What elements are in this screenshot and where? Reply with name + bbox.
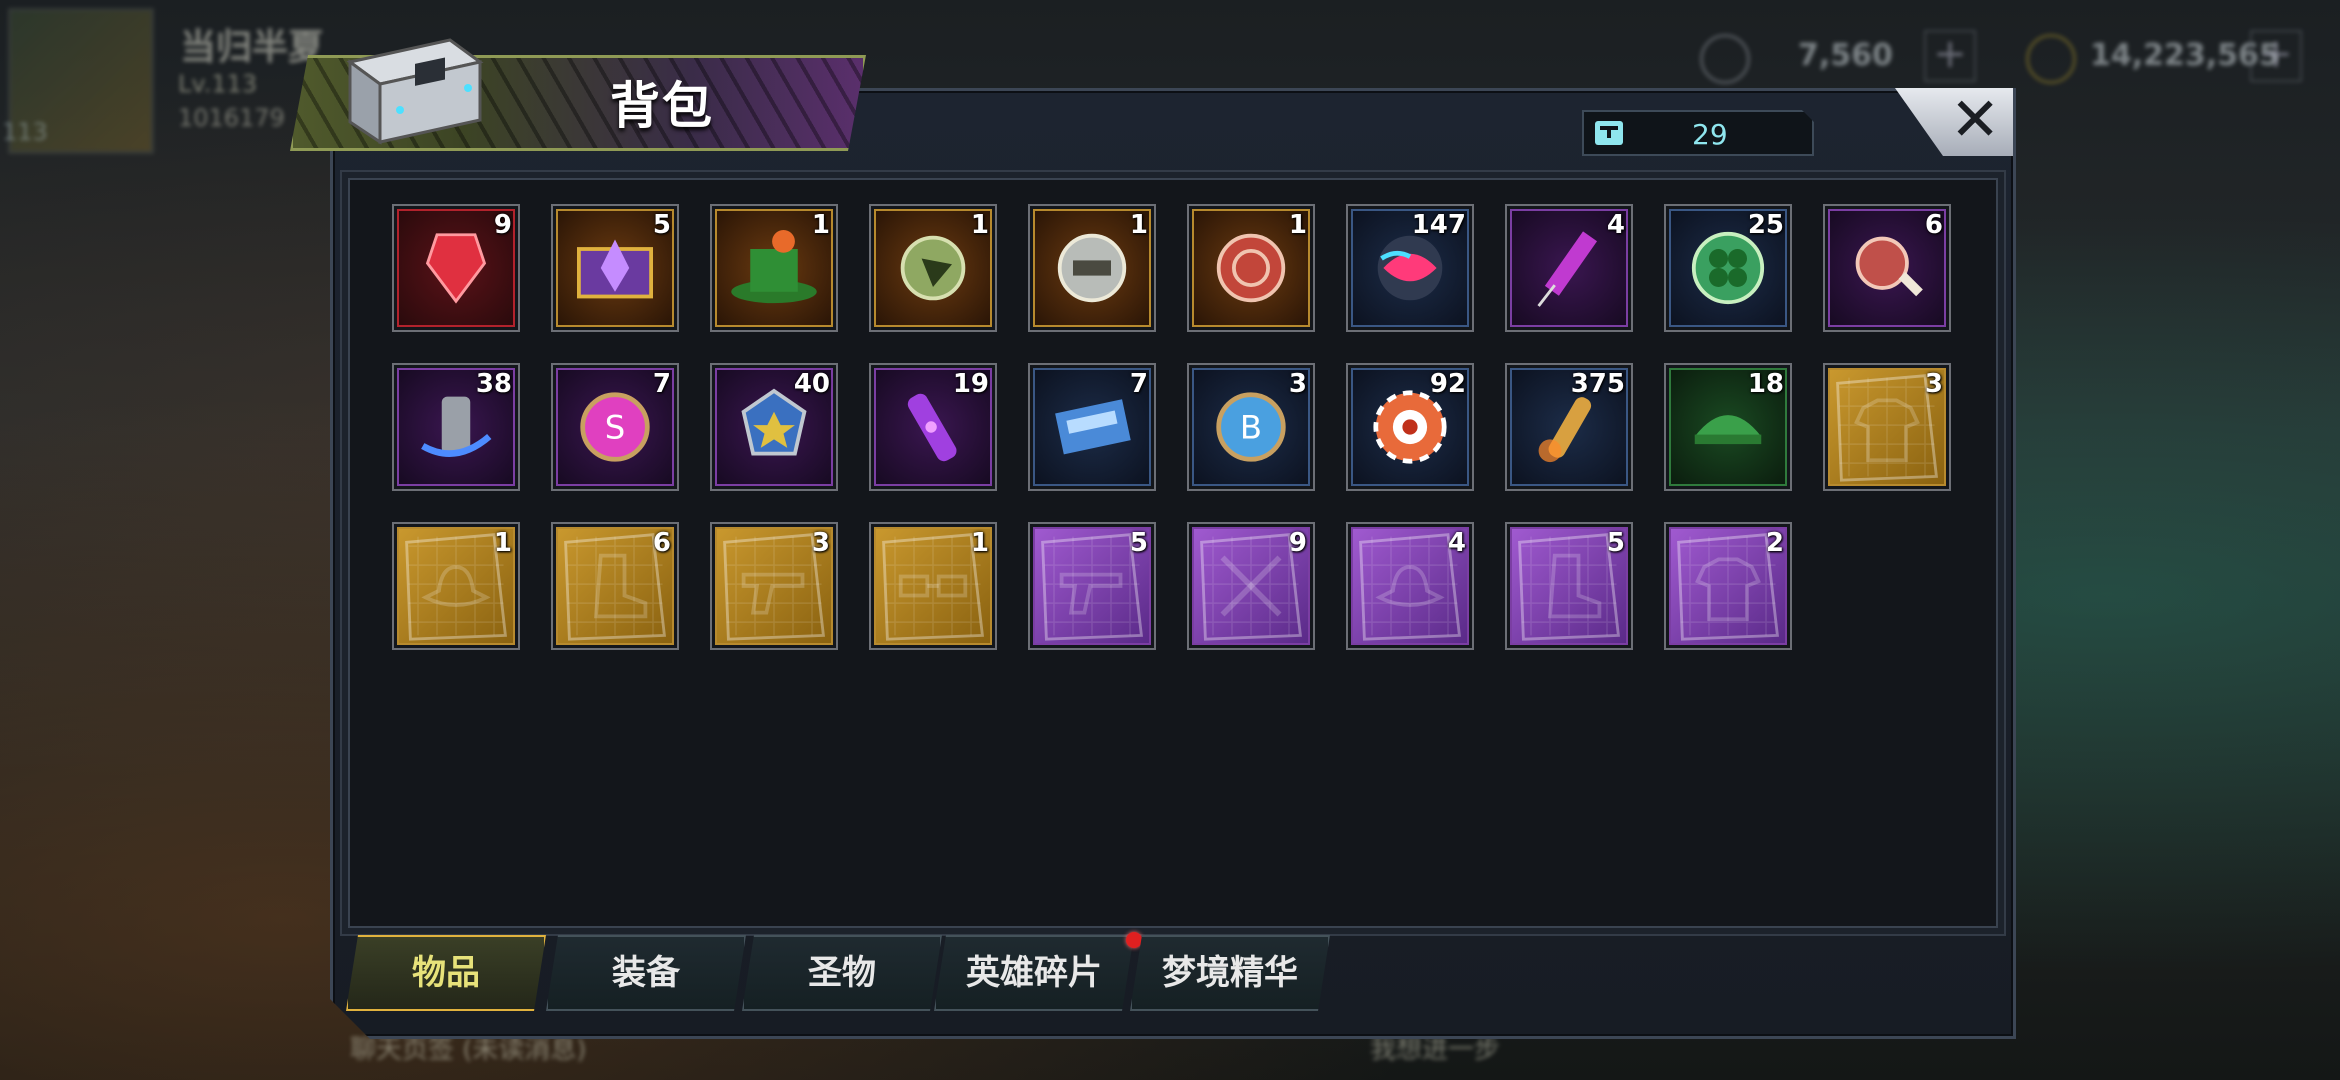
item-count: 19 [952,369,989,399]
item-count: 2 [1765,528,1784,558]
inventory-slot[interactable]: 3 [710,522,838,650]
item-count: 375 [1570,369,1625,399]
inventory-slot[interactable]: 1 [1187,204,1315,332]
inventory-slot[interactable]: 5 [551,204,679,332]
inventory-slot[interactable]: 6 [551,522,679,650]
inventory-slot[interactable]: 18 [1664,363,1792,491]
item-count: 3 [1924,369,1943,399]
item-count: 1 [970,210,989,240]
inventory-slot[interactable]: 4 [1346,522,1474,650]
inventory-slot[interactable]: 7 [1028,363,1156,491]
inventory-slot[interactable]: B3 [1187,363,1315,491]
inventory-slot[interactable]: 2 [1664,522,1792,650]
inventory-capacity: 29 [1582,110,1814,156]
inventory-slot[interactable]: 38 [392,363,520,491]
bg-gear-currency-icon [1700,34,1750,84]
item-count: 92 [1429,369,1466,399]
bg-player-name: 当归半夏 [180,27,325,68]
inventory-slot[interactable]: 1 [392,522,520,650]
item-count: 7 [652,369,671,399]
bg-currency1-plus-button: + [1924,30,1976,82]
bg-coin-icon [2026,34,2076,84]
item-count: 9 [493,210,512,240]
inventory-slot[interactable]: 92 [1346,363,1474,491]
inventory-slot[interactable]: 1 [1028,204,1156,332]
inventory-slot[interactable]: S7 [551,363,679,491]
tab-dream-essence[interactable]: 梦境精华 [1130,935,1330,1011]
item-count: 38 [475,369,512,399]
backpack-capacity-icon [1594,120,1624,146]
inventory-slot[interactable]: 9 [392,204,520,332]
page-title: 背包 [610,77,714,135]
item-count: 6 [652,528,671,558]
inventory-slot[interactable]: 4 [1505,204,1633,332]
inventory-slot[interactable]: 1 [869,204,997,332]
item-count: 1 [1129,210,1148,240]
inventory-slot[interactable]: 375 [1505,363,1633,491]
item-count: 1 [1288,210,1307,240]
svg-text:B: B [1240,408,1262,446]
bg-avatar-level: 113 [2,118,48,146]
item-count: 40 [793,369,830,399]
item-count: 6 [1924,210,1943,240]
inventory-slot[interactable]: 1 [869,522,997,650]
inventory-slot[interactable]: 6 [1823,204,1951,332]
item-count: 3 [811,528,830,558]
item-count: 4 [1606,210,1625,240]
inventory-slot[interactable]: 5 [1028,522,1156,650]
item-count: 5 [652,210,671,240]
tab-relics[interactable]: 圣物 [742,935,942,1011]
backpack-chest-icon [346,38,484,145]
notification-dot [1126,932,1142,948]
capacity-value: 29 [1692,118,1728,151]
item-count: 25 [1747,210,1784,240]
bg-player-id: 1016179 [178,104,285,132]
svg-text:S: S [605,408,626,446]
tab-hero-shards[interactable]: 英雄碎片 [934,935,1134,1011]
inventory-slot[interactable]: 25 [1664,204,1792,332]
tab-equipment[interactable]: 装备 [546,935,746,1011]
inventory-slot[interactable]: 3 [1823,363,1951,491]
close-icon[interactable]: ✕ [1950,86,2000,154]
item-count: 18 [1747,369,1784,399]
bg-player-level: Lv.113 [178,70,258,98]
item-count: 9 [1288,528,1307,558]
inventory-slot[interactable]: 5 [1505,522,1633,650]
item-count: 5 [1129,528,1148,558]
bg-currency2-plus-button: + [2250,30,2302,82]
inventory-slot[interactable]: 9 [1187,522,1315,650]
inventory-slot[interactable]: 19 [869,363,997,491]
item-count: 4 [1447,528,1466,558]
item-count: 7 [1129,369,1148,399]
item-count: 1 [811,210,830,240]
inventory-slot[interactable]: 147 [1346,204,1474,332]
inventory-slot[interactable]: 1 [710,204,838,332]
item-count: 5 [1606,528,1625,558]
item-count: 1 [970,528,989,558]
tab-items[interactable]: 物品 [346,935,546,1011]
inventory-slot[interactable]: 40 [710,363,838,491]
item-count: 147 [1411,210,1466,240]
bg-currency1: 7,560 [1798,38,1893,73]
item-count: 1 [493,528,512,558]
item-count: 3 [1288,369,1307,399]
